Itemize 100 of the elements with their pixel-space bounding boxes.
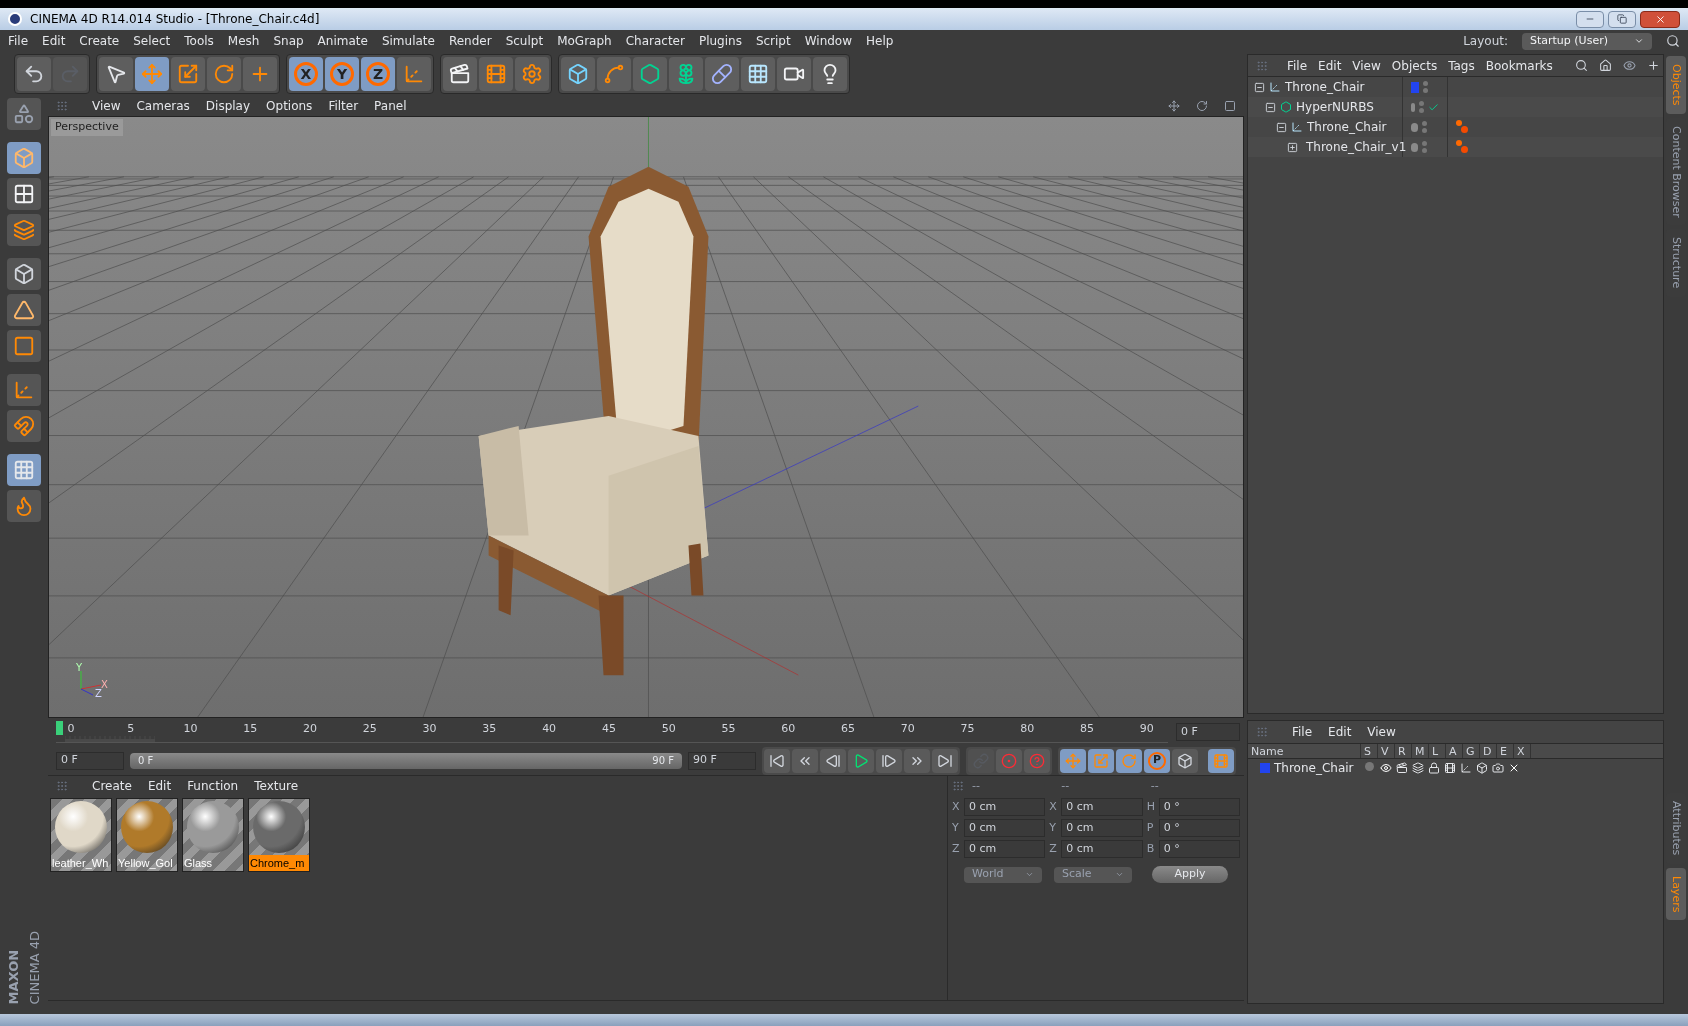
pan-icon[interactable] — [1168, 100, 1180, 112]
menu-item[interactable]: Select — [133, 32, 171, 50]
column-header[interactable]: V — [1378, 744, 1395, 758]
search-icon[interactable] — [1574, 59, 1588, 72]
object-name[interactable]: Throne_Chair — [1285, 78, 1365, 96]
key-button[interactable] — [1208, 748, 1234, 773]
menu-item[interactable]: Render — [448, 32, 492, 50]
home-icon[interactable] — [1598, 59, 1612, 72]
menu-item[interactable]: Character — [625, 32, 685, 50]
new-window-icon[interactable] — [1646, 59, 1660, 72]
start-frame-field[interactable]: 0 F — [56, 751, 124, 770]
tool-button[interactable] — [7, 258, 41, 290]
visibility-dots-icon[interactable] — [1421, 141, 1427, 153]
coordinate-field[interactable]: 0 ° — [1158, 798, 1240, 816]
objects-menu-item[interactable]: View — [1352, 56, 1381, 75]
range-slider[interactable]: 0 F 90 F — [130, 752, 682, 769]
toolbar-button[interactable] — [777, 57, 811, 91]
toolbar-button[interactable] — [443, 57, 477, 91]
material-menu-item[interactable]: Function — [187, 777, 239, 795]
object-name[interactable]: HyperNURBS — [1296, 98, 1374, 116]
objects-menu-item[interactable]: Bookmarks — [1485, 56, 1553, 75]
toolbar-button[interactable] — [561, 57, 595, 91]
toolbar-button[interactable]: Z — [361, 57, 395, 91]
menu-item[interactable]: Plugins — [698, 32, 742, 50]
timeline-ruler[interactable]: 0 5 10 15 20 25 30 35 40 45 50 55 60 65 70 75 80 85 90 — [56, 721, 1168, 743]
current-frame-field[interactable]: 0 F — [1176, 723, 1240, 741]
visibility-dots-icon[interactable] — [1422, 81, 1428, 93]
column-header[interactable]: E — [1497, 744, 1514, 758]
tool-button[interactable] — [7, 214, 41, 246]
menu-item[interactable]: Animate — [317, 32, 368, 50]
clapperboard-icon[interactable] — [1396, 762, 1408, 774]
tool-button[interactable] — [7, 410, 41, 442]
toolbar-button[interactable] — [515, 57, 549, 91]
collapse-toggle-icon[interactable] — [1276, 121, 1287, 133]
objects-menu-item[interactable]: Edit — [1318, 56, 1342, 75]
playback-button[interactable] — [764, 748, 790, 773]
collapse-toggle-icon[interactable] — [1265, 101, 1276, 113]
viewport-menu-item[interactable]: View — [92, 97, 121, 115]
xref-icon[interactable] — [1508, 762, 1520, 774]
minimize-button[interactable] — [1576, 10, 1604, 28]
check-icon[interactable] — [1428, 101, 1439, 113]
menu-item[interactable]: Edit — [42, 32, 66, 50]
toolbar-button[interactable] — [171, 57, 205, 91]
toolbar-button[interactable]: Y — [325, 57, 359, 91]
layout-icon[interactable] — [1224, 100, 1236, 112]
toolbar-button[interactable] — [397, 57, 431, 91]
tool-button[interactable] — [7, 330, 41, 362]
record-button[interactable] — [1024, 748, 1050, 773]
viewport-menu-item[interactable]: Filter — [328, 97, 359, 115]
tool-button[interactable] — [7, 490, 41, 522]
eye-icon[interactable] — [1380, 762, 1392, 774]
film-icon[interactable] — [1444, 762, 1456, 774]
key-button[interactable]: P — [1144, 748, 1170, 773]
material-swatch[interactable]: leather_Wh — [50, 798, 112, 872]
viewport-menu-item[interactable]: Options — [266, 97, 313, 115]
column-header[interactable]: S — [1361, 744, 1378, 758]
material-swatch[interactable]: Glass — [182, 798, 244, 872]
playback-button[interactable] — [932, 748, 958, 773]
column-header[interactable]: G — [1463, 744, 1480, 758]
column-header[interactable]: R — [1395, 744, 1412, 758]
column-header[interactable]: D — [1480, 744, 1497, 758]
coordinate-field[interactable]: 0 cm — [1061, 819, 1143, 837]
coordinate-field[interactable]: 0 cm — [964, 840, 1046, 858]
material-menu-item[interactable]: Edit — [147, 777, 172, 795]
toolbar-button[interactable] — [207, 57, 241, 91]
eye-icon[interactable] — [1622, 59, 1636, 72]
coordinate-field[interactable]: 0 cm — [964, 798, 1046, 816]
menu-item[interactable]: Window — [804, 32, 853, 50]
viewport[interactable]: Perspective Y X Z — [48, 116, 1244, 718]
coordinate-field[interactable]: 0 cm — [964, 819, 1046, 837]
column-header[interactable]: A — [1446, 744, 1463, 758]
column-header[interactable]: L — [1429, 744, 1446, 758]
menu-item[interactable]: File — [8, 32, 29, 50]
column-header[interactable]: M — [1412, 744, 1429, 758]
visibility-dots-icon[interactable] — [1419, 101, 1424, 113]
lock-icon[interactable] — [1428, 762, 1440, 774]
menu-item[interactable]: Help — [866, 32, 894, 50]
viewport-menu-item[interactable]: Cameras — [136, 97, 190, 115]
menu-item[interactable]: Create — [79, 32, 120, 50]
collapse-toggle-icon[interactable] — [1254, 81, 1265, 93]
material-tag-icon[interactable] — [1456, 120, 1468, 134]
objects-menu-item[interactable]: Tags — [1448, 56, 1475, 75]
object-name[interactable]: Throne_Chair — [1307, 118, 1387, 136]
tool-button[interactable] — [7, 374, 41, 406]
key-button[interactable] — [1172, 748, 1198, 773]
end-frame-field[interactable]: 90 F — [688, 751, 756, 770]
key-button[interactable] — [1060, 748, 1086, 773]
tool-button[interactable] — [7, 294, 41, 326]
coordinate-field[interactable]: 0 ° — [1158, 819, 1240, 837]
apply-button[interactable]: Apply — [1152, 866, 1228, 883]
record-button[interactable] — [996, 748, 1022, 773]
restore-button[interactable] — [1608, 10, 1636, 28]
playback-button[interactable] — [904, 748, 930, 773]
material-swatch[interactable]: Chrome_m — [248, 798, 310, 872]
menu-item[interactable]: Tools — [184, 32, 214, 50]
column-header[interactable]: Name — [1248, 744, 1361, 758]
close-button[interactable] — [1640, 10, 1680, 28]
toolbar-button[interactable] — [813, 57, 847, 91]
menu-item[interactable]: Simulate — [381, 32, 435, 50]
objects-menu-item[interactable]: File — [1287, 56, 1308, 75]
